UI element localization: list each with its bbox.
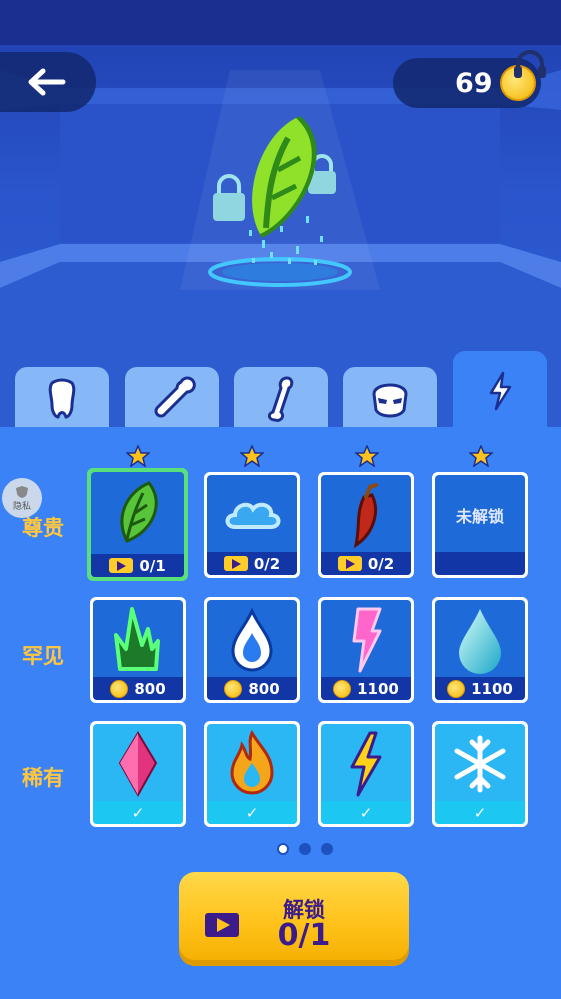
owned-checkmark-icon: ✓ bbox=[245, 803, 259, 822]
locked-label: 未解锁 bbox=[455, 507, 504, 526]
page-dot-1[interactable] bbox=[277, 843, 289, 855]
item-card-cloud[interactable]: 0/2 bbox=[204, 472, 300, 578]
item-price: 800 bbox=[134, 679, 166, 698]
tab-effects[interactable] bbox=[453, 351, 547, 431]
pink-bolt-icon bbox=[352, 607, 382, 673]
row-label-rare: 稀有 bbox=[22, 766, 64, 790]
pink-crystal-icon bbox=[118, 731, 158, 798]
item-card-water-flame[interactable]: 800 bbox=[204, 597, 300, 703]
star-icon bbox=[240, 445, 264, 467]
item-card-yellow-bolt[interactable]: ✓ bbox=[318, 721, 414, 827]
mask-icon bbox=[372, 383, 408, 418]
page-dot-3[interactable] bbox=[321, 843, 333, 855]
video-play-icon bbox=[337, 556, 362, 571]
item-card-green-flame[interactable]: 800 bbox=[90, 597, 186, 703]
item-card-teal-drop[interactable]: 1100 bbox=[432, 597, 528, 703]
coin-icon bbox=[333, 679, 352, 698]
item-card-leaf[interactable]: 0/1 bbox=[87, 468, 188, 581]
tooth-icon bbox=[48, 378, 76, 419]
shield-icon bbox=[16, 485, 28, 498]
leaf-icon bbox=[120, 481, 158, 543]
coin-icon bbox=[110, 679, 129, 698]
bone-key-icon bbox=[154, 376, 196, 418]
item-card-fire[interactable]: ✓ bbox=[204, 721, 300, 827]
video-play-icon bbox=[223, 556, 248, 571]
chili-icon bbox=[353, 483, 378, 549]
item-price: 0/1 bbox=[139, 556, 166, 575]
tab-mask[interactable] bbox=[343, 367, 437, 431]
owned-checkmark-icon: ✓ bbox=[359, 803, 373, 822]
green-flame-icon bbox=[114, 607, 160, 671]
unlock-progress: 0/1 bbox=[277, 918, 331, 953]
video-play-icon bbox=[109, 558, 134, 573]
video-play-icon bbox=[205, 913, 239, 937]
tab-leg-bone[interactable] bbox=[234, 367, 328, 431]
back-button[interactable] bbox=[0, 52, 96, 112]
item-price: 0/2 bbox=[253, 554, 281, 573]
water-drop-flame-icon bbox=[231, 607, 273, 672]
yellow-bolt-icon bbox=[350, 731, 382, 797]
item-price: 800 bbox=[248, 679, 280, 698]
privacy-label: 隐私 bbox=[12, 501, 31, 512]
owned-checkmark-icon: ✓ bbox=[131, 803, 145, 822]
leg-bone-icon bbox=[267, 376, 294, 422]
item-card-snowflake[interactable]: ✓ bbox=[432, 721, 528, 827]
fire-icon bbox=[230, 729, 274, 795]
tab-key-bone[interactable] bbox=[125, 367, 219, 431]
item-card-pink-bolt[interactable]: 1100 bbox=[318, 597, 414, 703]
headset-icon[interactable] bbox=[510, 48, 550, 82]
item-card-chili[interactable]: 0/2 bbox=[318, 472, 414, 578]
row-label-premium: 尊贵 bbox=[22, 516, 64, 540]
item-price: 1100 bbox=[471, 679, 513, 698]
snowflake-icon bbox=[454, 735, 506, 793]
star-icon bbox=[126, 445, 150, 467]
unlock-button[interactable]: 解锁 0/1 bbox=[179, 872, 409, 966]
star-icon bbox=[355, 445, 379, 467]
star-icon bbox=[469, 445, 493, 467]
item-card-crystal[interactable]: ✓ bbox=[90, 721, 186, 827]
coin-icon bbox=[447, 679, 466, 698]
item-price: 1100 bbox=[357, 679, 399, 698]
arrow-left-icon bbox=[28, 68, 66, 96]
lightning-icon bbox=[489, 371, 512, 411]
coin-icon bbox=[224, 679, 243, 698]
coin-count: 69 bbox=[455, 67, 493, 99]
page-indicator bbox=[277, 843, 333, 855]
tab-tooth[interactable] bbox=[15, 367, 109, 431]
row-label-epic: 罕见 bbox=[22, 644, 64, 668]
item-card-locked[interactable]: 未解锁 bbox=[432, 472, 528, 578]
item-price: 0/2 bbox=[367, 554, 395, 573]
page-dot-2[interactable] bbox=[299, 843, 311, 855]
owned-checkmark-icon: ✓ bbox=[473, 803, 487, 822]
cloud-icon bbox=[225, 502, 281, 529]
teal-drop-icon bbox=[459, 609, 501, 674]
